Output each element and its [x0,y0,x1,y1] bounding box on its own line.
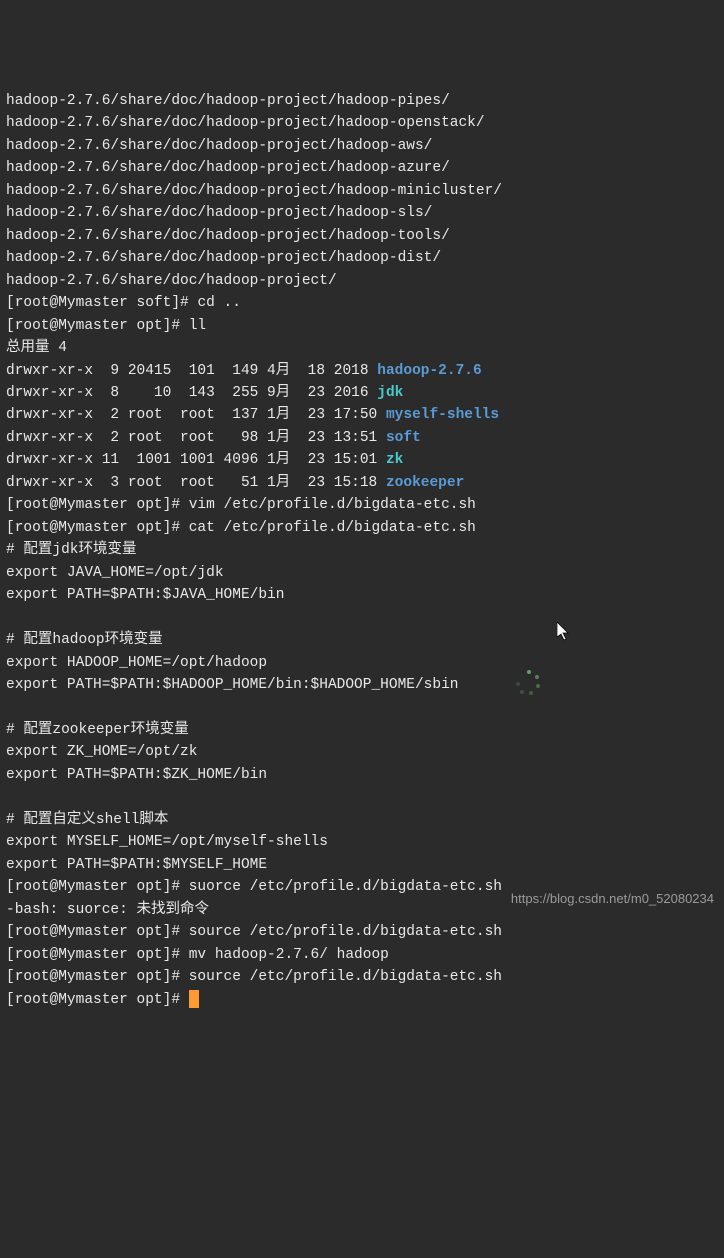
file-content-line: export PATH=$PATH:$MYSELF_HOME [6,854,718,876]
tar-output-line: hadoop-2.7.6/share/doc/hadoop-project/ha… [6,135,718,157]
ls-total: 总用量 4 [6,337,718,359]
command-line: [root@Mymaster opt]# [6,989,718,1011]
ls-row: drwxr-xr-x 2 root root 137 1月 23 17:50 m… [6,404,718,426]
directory-name: hadoop-2.7.6 [377,363,481,379]
file-content-line: export PATH=$PATH:$ZK_HOME/bin [6,764,718,786]
command-line: [root@Mymaster opt]# vim /etc/profile.d/… [6,494,718,516]
file-content-line: # 配置jdk环境变量 [6,539,718,561]
command-text: suorce /etc/profile.d/bigdata-etc.sh [189,879,502,895]
shell-prompt: [root@Mymaster opt]# [6,947,189,963]
command-text: ll [189,318,206,334]
tar-output-line: hadoop-2.7.6/share/doc/hadoop-project/ [6,270,718,292]
directory-name: soft [386,430,421,446]
file-content-line: export PATH=$PATH:$JAVA_HOME/bin [6,584,718,606]
shell-prompt: [root@Mymaster soft]# [6,295,197,311]
shell-prompt: [root@Mymaster opt]# [6,992,189,1008]
file-content-line [6,697,718,719]
command-line: [root@Mymaster opt]# source /etc/profile… [6,921,718,943]
file-content-line: export PATH=$PATH:$HADOOP_HOME/bin:$HADO… [6,674,718,696]
ls-row: drwxr-xr-x 11 1001 1001 4096 1月 23 15:01… [6,449,718,471]
command-text: vim /etc/profile.d/bigdata-etc.sh [189,497,476,513]
command-text: source /etc/profile.d/bigdata-etc.sh [189,924,502,940]
watermark-text: https://blog.csdn.net/m0_52080234 [511,889,714,909]
file-content-line: # 配置自定义shell脚本 [6,809,718,831]
command-line: [root@Mymaster opt]# source /etc/profile… [6,966,718,988]
command-line: [root@Mymaster opt]# ll [6,315,718,337]
ls-row: drwxr-xr-x 8 10 143 255 9月 23 2016 jdk [6,382,718,404]
file-content-line: # 配置zookeeper环境变量 [6,719,718,741]
tar-output-line: hadoop-2.7.6/share/doc/hadoop-project/ha… [6,247,718,269]
tar-output-line: hadoop-2.7.6/share/doc/hadoop-project/ha… [6,112,718,134]
shell-prompt: [root@Mymaster opt]# [6,969,189,985]
shell-prompt: [root@Mymaster opt]# [6,497,189,513]
ls-row: drwxr-xr-x 3 root root 51 1月 23 15:18 zo… [6,472,718,494]
directory-name: zookeeper [386,475,464,491]
shell-prompt: [root@Mymaster opt]# [6,879,189,895]
file-content-line [6,786,718,808]
ls-row: drwxr-xr-x 2 root root 98 1月 23 13:51 so… [6,427,718,449]
shell-prompt: [root@Mymaster opt]# [6,318,189,334]
terminal[interactable]: hadoop-2.7.6/share/doc/hadoop-project/ha… [6,90,718,1011]
command-text: cat /etc/profile.d/bigdata-etc.sh [189,520,476,536]
file-content-line: # 配置hadoop环境变量 [6,629,718,651]
ls-row: drwxr-xr-x 9 20415 101 149 4月 18 2018 ha… [6,360,718,382]
command-text: mv hadoop-2.7.6/ hadoop [189,947,389,963]
directory-name: zk [386,452,403,468]
tar-output-line: hadoop-2.7.6/share/doc/hadoop-project/ha… [6,90,718,112]
file-content-line: export JAVA_HOME=/opt/jdk [6,562,718,584]
file-content-line: export HADOOP_HOME=/opt/hadoop [6,652,718,674]
file-content-line: export ZK_HOME=/opt/zk [6,741,718,763]
file-content-line: export MYSELF_HOME=/opt/myself-shells [6,831,718,853]
terminal-cursor[interactable] [189,990,199,1008]
tar-output-line: hadoop-2.7.6/share/doc/hadoop-project/ha… [6,225,718,247]
command-line: [root@Mymaster opt]# mv hadoop-2.7.6/ ha… [6,944,718,966]
command-text: source /etc/profile.d/bigdata-etc.sh [189,969,502,985]
directory-name: myself-shells [386,407,499,423]
tar-output-line: hadoop-2.7.6/share/doc/hadoop-project/ha… [6,180,718,202]
tar-output-line: hadoop-2.7.6/share/doc/hadoop-project/ha… [6,157,718,179]
directory-name: jdk [377,385,403,401]
shell-prompt: [root@Mymaster opt]# [6,520,189,536]
command-line: [root@Mymaster opt]# cat /etc/profile.d/… [6,517,718,539]
file-content-line [6,607,718,629]
tar-output-line: hadoop-2.7.6/share/doc/hadoop-project/ha… [6,202,718,224]
command-text: cd .. [197,295,241,311]
command-line: [root@Mymaster soft]# cd .. [6,292,718,314]
shell-prompt: [root@Mymaster opt]# [6,924,189,940]
